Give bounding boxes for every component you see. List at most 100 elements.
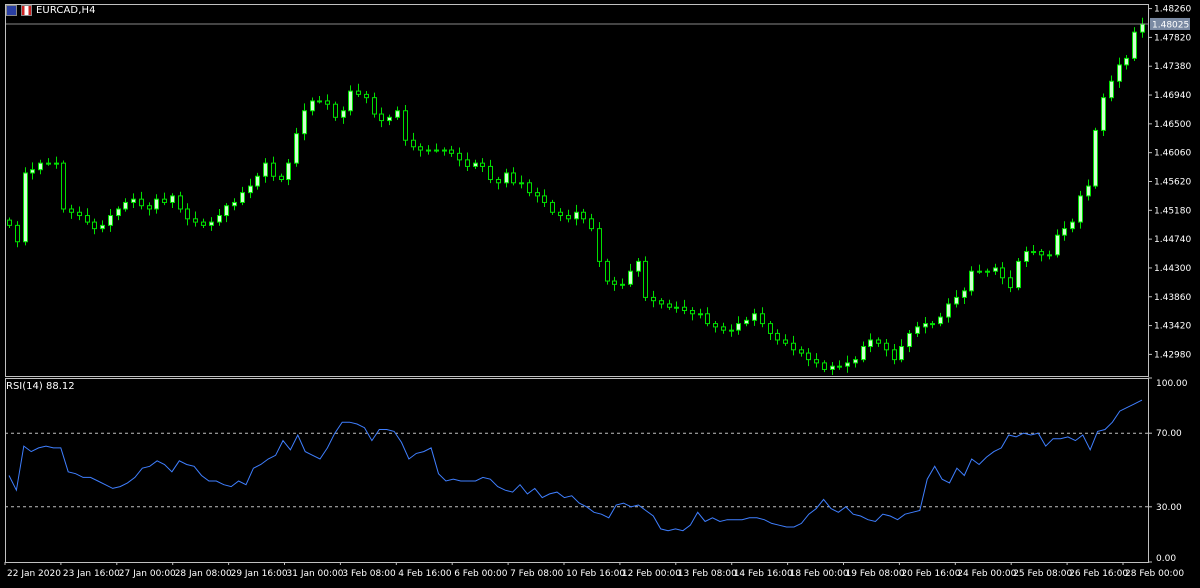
- bear-candle-body[interactable]: [185, 208, 190, 220]
- bull-candle-body[interactable]: [240, 192, 245, 203]
- bull-candle-body[interactable]: [108, 215, 113, 226]
- bull-candle-body[interactable]: [985, 270, 990, 273]
- bear-candle-body[interactable]: [61, 162, 66, 210]
- bull-candle-body[interactable]: [123, 201, 128, 210]
- bull-candle-body[interactable]: [100, 224, 105, 230]
- bear-candle-body[interactable]: [201, 221, 206, 226]
- bear-candle-body[interactable]: [775, 332, 780, 341]
- bull-candle-body[interactable]: [915, 326, 920, 334]
- bull-candle-body[interactable]: [698, 313, 703, 316]
- bull-candle-body[interactable]: [620, 283, 625, 286]
- bull-candle-body[interactable]: [636, 260, 641, 272]
- bull-candle-body[interactable]: [868, 339, 873, 348]
- bear-candle-body[interactable]: [799, 349, 804, 354]
- bull-candle-body[interactable]: [387, 116, 392, 122]
- bear-candle-body[interactable]: [791, 342, 796, 351]
- bull-candle-body[interactable]: [837, 365, 842, 368]
- bull-candle-body[interactable]: [1124, 57, 1129, 66]
- bear-candle-body[interactable]: [822, 362, 827, 370]
- bear-candle-body[interactable]: [605, 260, 610, 282]
- bull-candle-body[interactable]: [154, 198, 159, 210]
- bull-candle-body[interactable]: [899, 346, 904, 361]
- bull-candle-body[interactable]: [442, 149, 447, 152]
- bear-candle-body[interactable]: [806, 352, 811, 361]
- bull-candle-body[interactable]: [255, 175, 260, 187]
- bull-candle-body[interactable]: [263, 162, 268, 177]
- bear-candle-body[interactable]: [713, 323, 718, 328]
- bull-candle-body[interactable]: [1016, 260, 1021, 289]
- bull-candle-body[interactable]: [1093, 129, 1098, 187]
- bull-candle-body[interactable]: [341, 110, 346, 118]
- bear-candle-body[interactable]: [465, 159, 470, 167]
- bull-candle-body[interactable]: [729, 329, 734, 332]
- bear-candle-body[interactable]: [92, 221, 97, 230]
- bull-candle-body[interactable]: [853, 359, 858, 364]
- bull-candle-body[interactable]: [131, 198, 136, 203]
- bull-candle-body[interactable]: [116, 208, 121, 217]
- bull-candle-body[interactable]: [286, 162, 291, 181]
- bull-candle-body[interactable]: [962, 290, 967, 298]
- bear-candle-body[interactable]: [496, 179, 501, 184]
- bear-candle-body[interactable]: [721, 326, 726, 331]
- bull-candle-body[interactable]: [1132, 31, 1137, 59]
- bull-candle-body[interactable]: [752, 313, 757, 321]
- bull-candle-body[interactable]: [46, 162, 51, 165]
- bull-candle-body[interactable]: [1047, 254, 1052, 257]
- bull-candle-body[interactable]: [744, 319, 749, 325]
- bull-candle-body[interactable]: [248, 185, 253, 194]
- bear-candle-body[interactable]: [333, 103, 338, 118]
- bear-candle-body[interactable]: [705, 313, 710, 325]
- bull-candle-body[interactable]: [209, 221, 214, 226]
- bear-candle-body[interactable]: [760, 313, 765, 325]
- bear-candle-body[interactable]: [147, 205, 152, 210]
- bull-candle-body[interactable]: [977, 270, 982, 273]
- bear-candle-body[interactable]: [550, 201, 555, 213]
- bull-candle-body[interactable]: [1086, 185, 1091, 197]
- bear-candle-body[interactable]: [667, 303, 672, 308]
- bull-candle-body[interactable]: [1055, 234, 1060, 256]
- bull-candle-body[interactable]: [830, 365, 835, 370]
- bull-candle-body[interactable]: [574, 211, 579, 220]
- bear-candle-body[interactable]: [7, 219, 12, 226]
- bull-candle-body[interactable]: [38, 162, 43, 171]
- bear-candle-body[interactable]: [589, 218, 594, 230]
- bear-candle-body[interactable]: [597, 228, 602, 262]
- bear-candle-body[interactable]: [139, 198, 144, 207]
- bull-candle-body[interactable]: [170, 195, 175, 203]
- bear-candle-body[interactable]: [1039, 251, 1044, 256]
- bear-candle-body[interactable]: [162, 198, 167, 203]
- bear-candle-body[interactable]: [566, 215, 571, 220]
- bull-candle-body[interactable]: [310, 100, 315, 112]
- bear-candle-body[interactable]: [418, 146, 423, 151]
- bear-candle-body[interactable]: [85, 215, 90, 223]
- bear-candle-body[interactable]: [69, 208, 74, 213]
- bear-candle-body[interactable]: [193, 218, 198, 223]
- chart-canvas[interactable]: 1.48260 1.47820 1.47380 1.46940 1.46500 1.460…: [0, 0, 1200, 584]
- bull-candle-body[interactable]: [504, 172, 509, 184]
- bear-candle-body[interactable]: [612, 280, 617, 285]
- bear-candle-body[interactable]: [1000, 267, 1005, 279]
- bull-candle-body[interactable]: [930, 323, 935, 326]
- bear-candle-body[interactable]: [15, 224, 20, 243]
- bull-candle-body[interactable]: [946, 303, 951, 318]
- bull-candle-body[interactable]: [938, 316, 943, 325]
- bull-candle-body[interactable]: [232, 201, 237, 207]
- bear-candle-body[interactable]: [356, 90, 361, 95]
- bull-candle-body[interactable]: [954, 296, 959, 305]
- bull-candle-body[interactable]: [317, 100, 322, 103]
- bull-candle-body[interactable]: [302, 110, 307, 135]
- bear-candle-body[interactable]: [768, 323, 773, 334]
- bull-candle-body[interactable]: [993, 267, 998, 272]
- bull-candle-body[interactable]: [294, 133, 299, 164]
- bull-candle-body[interactable]: [1031, 251, 1036, 254]
- bull-candle-body[interactable]: [30, 169, 35, 174]
- bull-candle-body[interactable]: [519, 182, 524, 185]
- bear-candle-body[interactable]: [884, 342, 889, 351]
- bull-candle-body[interactable]: [395, 110, 400, 118]
- bear-candle-body[interactable]: [279, 175, 284, 181]
- bear-candle-body[interactable]: [1008, 277, 1013, 289]
- bear-candle-body[interactable]: [527, 182, 532, 194]
- bear-candle-body[interactable]: [892, 349, 897, 361]
- bear-candle-body[interactable]: [876, 339, 881, 344]
- bear-candle-body[interactable]: [403, 110, 408, 141]
